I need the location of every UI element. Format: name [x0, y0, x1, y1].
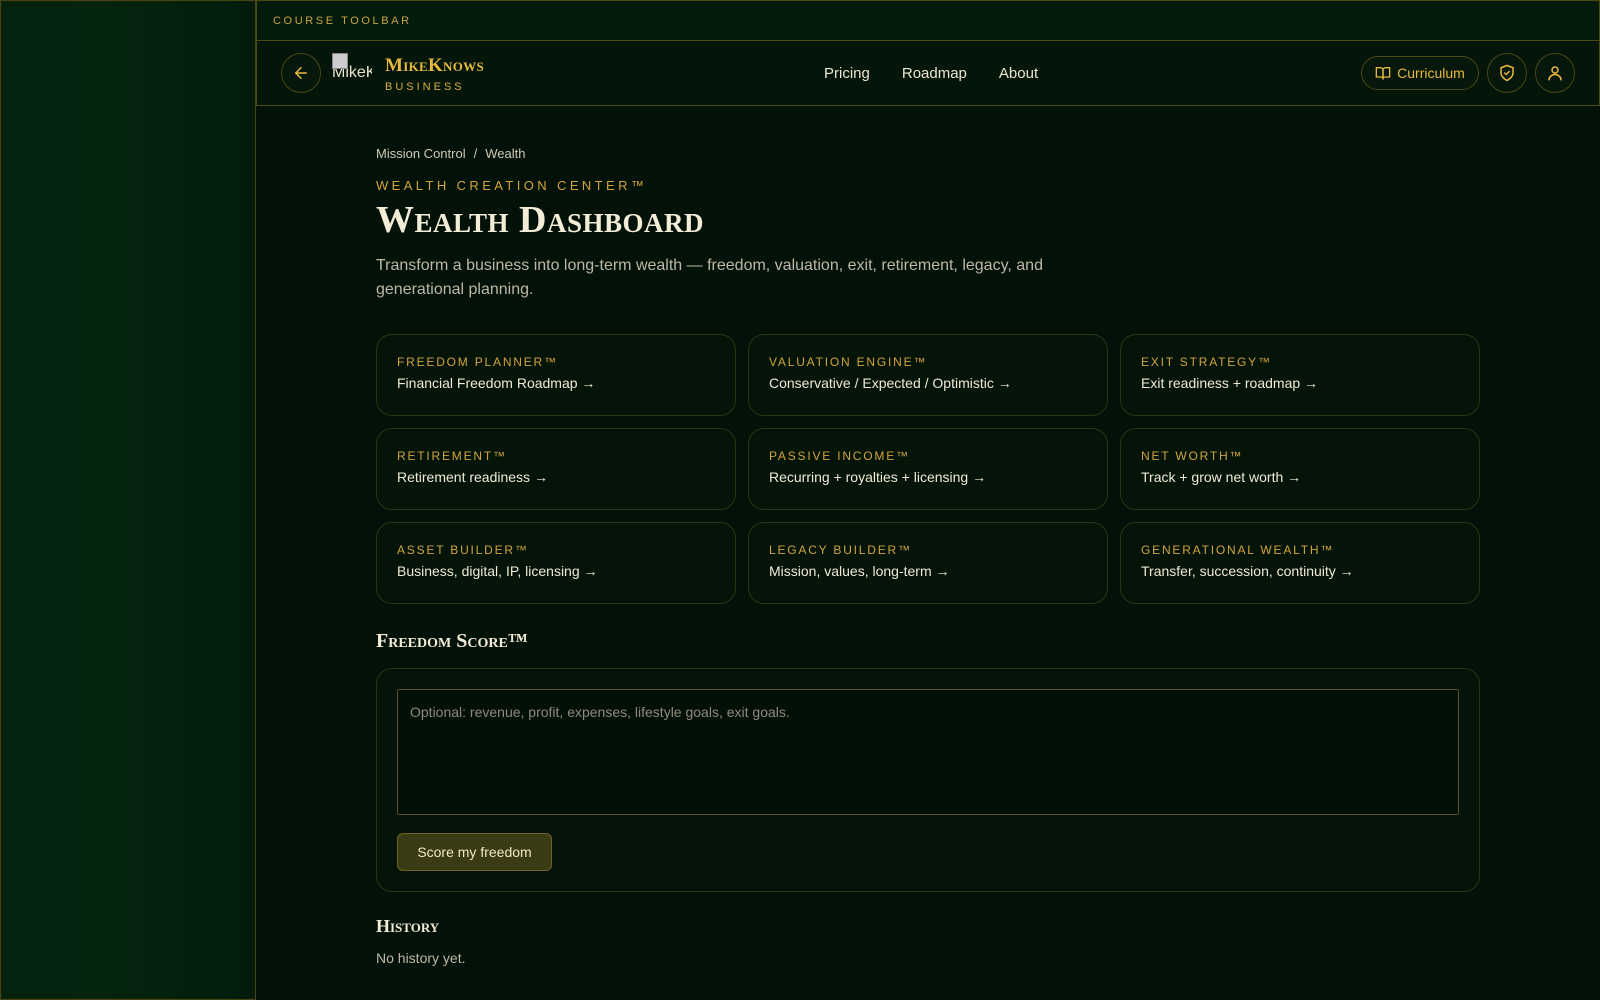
card-subtitle: Track + grow net worth →: [1141, 469, 1302, 485]
page-description: Transform a business into long-term weal…: [376, 257, 1043, 298]
card-title: EXIT STRATEGY™: [1141, 355, 1272, 369]
brand-name[interactable]: MikeKnows: [385, 55, 484, 77]
card-subtitle: Exit readiness + roadmap →: [1141, 375, 1319, 391]
card-retirement[interactable]: RETIREMENT™ Retirement readiness →: [376, 428, 736, 510]
card-passive-income[interactable]: PASSIVE INCOME™ Recurring + royalties + …: [748, 428, 1108, 510]
left-sidebar: [0, 0, 256, 1000]
breadcrumb: Mission Control / Wealth: [376, 146, 525, 161]
card-title: GENERATIONAL WEALTH™: [1141, 543, 1335, 557]
card-title: ASSET BUILDER™: [397, 543, 529, 557]
card-exit-strategy[interactable]: EXIT STRATEGY™ Exit readiness + roadmap …: [1120, 334, 1480, 416]
logo-image[interactable]: MikeKnows: [332, 53, 372, 93]
arrow-left-icon: [295, 67, 307, 79]
card-valuation-engine[interactable]: VALUATION ENGINE™ Conservative / Expecte…: [748, 334, 1108, 416]
card-subtitle: Business, digital, IP, licensing →: [397, 563, 598, 579]
back-button[interactable]: [281, 53, 321, 93]
course-toolbar-label: COURSE TOOLBAR: [273, 14, 412, 27]
security-button[interactable]: [1487, 53, 1527, 93]
nav-about[interactable]: About: [999, 65, 1038, 82]
course-toolbar: COURSE TOOLBAR: [256, 0, 1600, 41]
score-my-freedom-button[interactable]: Score my freedom: [397, 833, 552, 871]
nav-pricing[interactable]: Pricing: [824, 65, 870, 82]
card-title: PASSIVE INCOME™: [769, 449, 910, 463]
freedom-score-panel: Score my freedom: [376, 668, 1480, 892]
curriculum-button[interactable]: Curriculum: [1361, 56, 1479, 90]
breadcrumb-separator: /: [473, 146, 478, 161]
card-title: VALUATION ENGINE™: [769, 355, 928, 369]
nav-roadmap[interactable]: Roadmap: [902, 65, 967, 82]
top-header: MikeKnows MikeKnows BUSINESS Pricing Roa…: [256, 40, 1600, 106]
card-subtitle: Retirement readiness →: [397, 469, 548, 485]
card-subtitle: Mission, values, long-term →: [769, 563, 950, 579]
card-legacy-builder[interactable]: LEGACY BUILDER™ Mission, values, long-te…: [748, 522, 1108, 604]
curriculum-label: Curriculum: [1397, 65, 1465, 81]
card-generational-wealth[interactable]: GENERATIONAL WEALTH™ Transfer, successio…: [1120, 522, 1480, 604]
breadcrumb-current: Wealth: [485, 146, 526, 161]
card-freedom-planner[interactable]: FREEDOM PLANNER™ Financial Freedom Roadm…: [376, 334, 736, 416]
user-icon: [1548, 66, 1562, 81]
logo-alt-text: MikeKnows: [332, 64, 372, 81]
book-icon: [1375, 67, 1391, 80]
card-title: RETIREMENT™: [397, 449, 507, 463]
tool-cards-grid: FREEDOM PLANNER™ Financial Freedom Roadm…: [376, 334, 1480, 604]
card-subtitle: Conservative / Expected / Optimistic →: [769, 375, 1012, 391]
page-eyebrow: WEALTH CREATION CENTER™: [376, 178, 648, 193]
card-subtitle: Financial Freedom Roadmap →: [397, 375, 596, 391]
card-title: FREEDOM PLANNER™: [397, 355, 558, 369]
card-subtitle: Recurring + royalties + licensing →: [769, 469, 987, 485]
freedom-score-title: Freedom Score™: [376, 630, 528, 652]
card-title: LEGACY BUILDER™: [769, 543, 912, 557]
account-button[interactable]: [1535, 53, 1575, 93]
card-net-worth[interactable]: NET WORTH™ Track + grow net worth →: [1120, 428, 1480, 510]
card-title: NET WORTH™: [1141, 449, 1244, 463]
main-nav: Pricing Roadmap About: [824, 41, 1038, 105]
card-asset-builder[interactable]: ASSET BUILDER™ Business, digital, IP, li…: [376, 522, 736, 604]
shield-check-icon: [1500, 64, 1514, 82]
freedom-score-input[interactable]: [397, 689, 1459, 815]
breadcrumb-root[interactable]: Mission Control: [376, 146, 466, 161]
page-title: Wealth Dashboard: [376, 199, 705, 241]
history-title: History: [376, 916, 440, 936]
history-empty-text: No history yet.: [376, 950, 466, 966]
brand-subtitle: BUSINESS: [385, 81, 465, 93]
card-subtitle: Transfer, succession, continuity →: [1141, 563, 1354, 579]
